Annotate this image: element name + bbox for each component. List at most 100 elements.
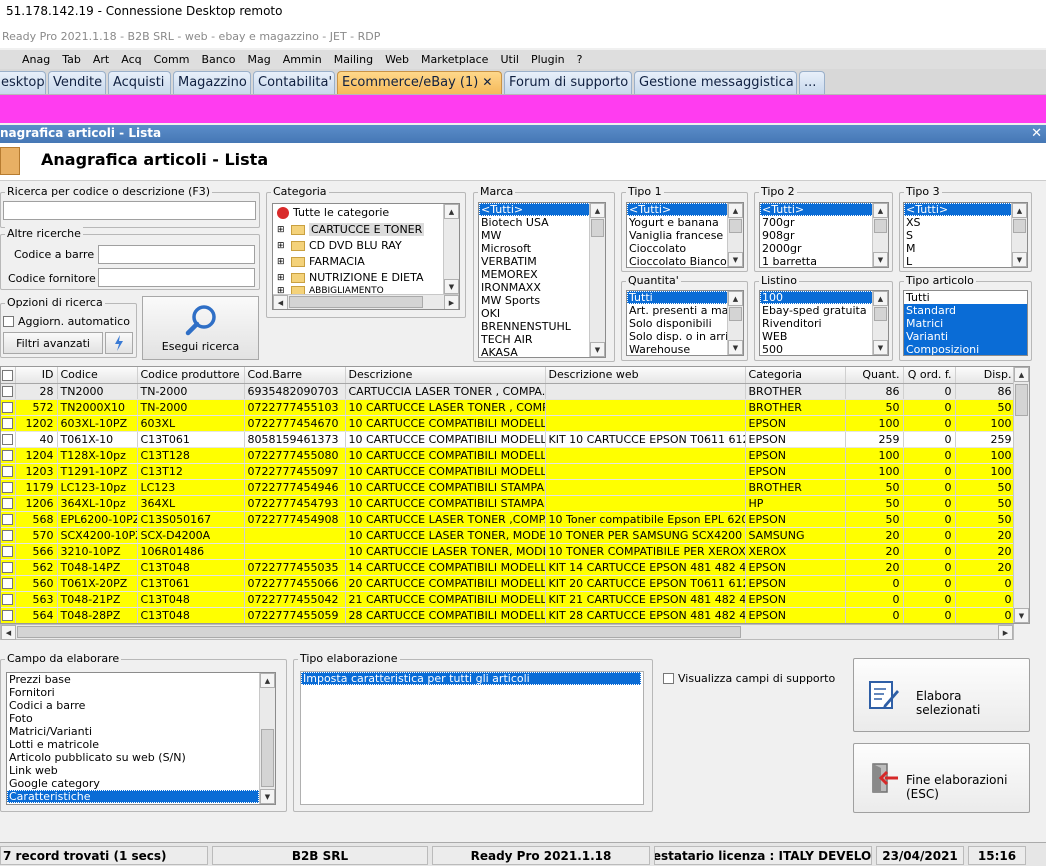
- list-item[interactable]: <Tutti>: [627, 203, 743, 216]
- list-item[interactable]: TECH AIR: [479, 333, 605, 346]
- table-row[interactable]: 563 T048-21PZ C13T048 0722777455042 21 CARTU…: [1, 591, 1016, 608]
- campo-list[interactable]: Prezzi base Fornitori Codici a barre Fot…: [6, 672, 276, 805]
- row-checkbox[interactable]: [1, 575, 16, 592]
- tipo2-vscroll[interactable]: ▲ ▼: [872, 203, 888, 267]
- scroll-up-icon[interactable]: ▲: [444, 204, 459, 219]
- scroll-left-icon[interactable]: ◀: [273, 295, 288, 309]
- tree-item-cartucce[interactable]: ⊞ CARTUCCE E TONER: [277, 222, 425, 237]
- quantita-vscroll[interactable]: ▲ ▼: [727, 291, 743, 355]
- scroll-thumb[interactable]: [17, 626, 741, 638]
- menu-item-web[interactable]: Web: [379, 53, 415, 66]
- list-item[interactable]: 1 barretta: [760, 255, 888, 267]
- menu-item-marketplace[interactable]: Marketplace: [415, 53, 494, 66]
- row-checkbox[interactable]: [1, 511, 16, 528]
- execute-search-button[interactable]: Esegui ricerca: [142, 296, 259, 360]
- list-item[interactable]: Tutti: [904, 291, 1027, 304]
- tipo-articolo-list[interactable]: Tutti Standard Matrici Varianti Composiz…: [903, 290, 1028, 356]
- list-item[interactable]: Foto: [7, 712, 275, 725]
- list-item[interactable]: 2000gr: [760, 242, 888, 255]
- tree-item-cd[interactable]: ⊞ CD DVD BLU RAY: [277, 238, 402, 253]
- list-item[interactable]: Prezzi base: [7, 673, 275, 686]
- tipo1-list[interactable]: <Tutti> Yogurt e banana Vaniglia frances…: [626, 202, 744, 268]
- table-row[interactable]: 1204 T128X-10pz C13T128 0722777455080 10 CAR…: [1, 447, 1016, 464]
- column-header-categoria[interactable]: Categoria: [745, 367, 846, 384]
- list-item[interactable]: Lotti e matricole: [7, 738, 275, 751]
- table-row[interactable]: 562 T048-14PZ C13T048 0722777455035 14 CARTU…: [1, 559, 1016, 576]
- scroll-thumb[interactable]: [1015, 384, 1028, 416]
- scroll-up-icon[interactable]: ▲: [590, 203, 605, 218]
- list-item[interactable]: <Tutti>: [904, 203, 1027, 216]
- advanced-filters-button[interactable]: Filtri avanzati: [3, 332, 103, 354]
- tab-close-icon[interactable]: ✕: [482, 75, 492, 89]
- quantita-list[interactable]: Tutti Art. presenti a magazzino Solo dis…: [626, 290, 744, 356]
- tab-magazzino[interactable]: Magazzino: [173, 71, 251, 94]
- list-item[interactable]: MW: [479, 229, 605, 242]
- menu-item-art[interactable]: Art: [87, 53, 115, 66]
- search-input[interactable]: [3, 201, 256, 220]
- row-checkbox[interactable]: [1, 431, 16, 448]
- scroll-down-icon[interactable]: ▼: [260, 789, 275, 804]
- list-item[interactable]: L: [904, 255, 1027, 267]
- list-item[interactable]: Varianti: [904, 330, 1027, 343]
- table-row[interactable]: 1203 T1291-10PZ C13T12 0722777455097 10 CART…: [1, 463, 1016, 480]
- row-checkbox[interactable]: [1, 495, 16, 512]
- scroll-right-icon[interactable]: ▶: [444, 295, 459, 309]
- scroll-up-icon[interactable]: ▲: [260, 673, 275, 688]
- tab-ecommerce-ebay[interactable]: Ecommerce/eBay (1) ✕: [337, 71, 502, 94]
- list-item[interactable]: Standard: [904, 304, 1027, 317]
- scroll-up-icon[interactable]: ▲: [873, 291, 888, 306]
- grid-vscroll[interactable]: ▲ ▼: [1013, 367, 1029, 623]
- list-item[interactable]: M: [904, 242, 1027, 255]
- row-checkbox[interactable]: [1, 415, 16, 432]
- tab-forum[interactable]: Forum di supporto: [504, 71, 632, 94]
- list-item[interactable]: OKI: [479, 307, 605, 320]
- list-item[interactable]: IRONMAXX: [479, 281, 605, 294]
- scroll-thumb[interactable]: [591, 219, 604, 237]
- scroll-down-icon[interactable]: ▼: [444, 279, 459, 294]
- list-item[interactable]: Biotech USA: [479, 216, 605, 229]
- column-header-quant[interactable]: Quant.: [845, 367, 904, 384]
- barcode-input[interactable]: [98, 245, 255, 264]
- tree-item-farmacia[interactable]: ⊞ FARMACIA: [277, 254, 365, 269]
- scroll-thumb[interactable]: [729, 219, 742, 233]
- list-item[interactable]: Solo disp. o in arrivo: [627, 330, 743, 343]
- column-header-q-ord-f[interactable]: Q ord. f.: [903, 367, 956, 384]
- row-checkbox[interactable]: [1, 527, 16, 544]
- scroll-down-icon[interactable]: ▼: [728, 252, 743, 267]
- scroll-up-icon[interactable]: ▲: [873, 203, 888, 218]
- tab-desktop[interactable]: esktop: [0, 71, 46, 94]
- scroll-thumb[interactable]: [1013, 219, 1026, 233]
- list-item[interactable]: Solo disponibili: [627, 317, 743, 330]
- tab-contabilita[interactable]: Contabilita': [253, 71, 335, 94]
- list-item[interactable]: Microsoft: [479, 242, 605, 255]
- menu-item-mag[interactable]: Mag: [242, 53, 277, 66]
- list-item[interactable]: AKASA: [479, 346, 605, 357]
- tipo3-vscroll[interactable]: ▲ ▼: [1011, 203, 1027, 267]
- scroll-down-icon[interactable]: ▼: [873, 340, 888, 355]
- row-checkbox[interactable]: [1, 607, 16, 623]
- list-item[interactable]: Fornitori: [7, 686, 275, 699]
- tab-messaggistica[interactable]: Gestione messaggistica: [634, 71, 797, 94]
- menu-item-plugin[interactable]: Plugin: [525, 53, 571, 66]
- tipo2-list[interactable]: <Tutti> 700gr 908gr 2000gr 1 barretta ▲ ▼: [759, 202, 889, 268]
- list-item[interactable]: Yogurt e banana: [627, 216, 743, 229]
- scroll-up-icon[interactable]: ▲: [728, 291, 743, 306]
- campo-vscroll[interactable]: ▲ ▼: [259, 673, 275, 804]
- row-checkbox[interactable]: [1, 383, 16, 400]
- scroll-left-icon[interactable]: ◀: [1, 625, 16, 640]
- support-fields-checkbox[interactable]: Visualizza campi di supporto: [663, 672, 835, 685]
- list-item[interactable]: 908gr: [760, 229, 888, 242]
- select-all-checkbox[interactable]: [1, 367, 16, 384]
- menu-item-mailing[interactable]: Mailing: [328, 53, 379, 66]
- list-item[interactable]: Composizioni: [904, 343, 1027, 355]
- table-row[interactable]: 566 3210-10PZ 106R01486 10 CARTUCCIE LASER …: [1, 543, 1016, 560]
- tab-more[interactable]: ...: [799, 71, 825, 94]
- scroll-up-icon[interactable]: ▲: [1014, 367, 1029, 382]
- end-processing-button[interactable]: Fine elaborazioni (ESC): [853, 743, 1030, 813]
- scroll-down-icon[interactable]: ▼: [590, 342, 605, 357]
- table-row[interactable]: 1206 364XL-10pz 364XL 0722777454793 10 CARTU…: [1, 495, 1016, 512]
- column-header-descrizione[interactable]: Descrizione: [345, 367, 546, 384]
- tab-vendite[interactable]: Vendite: [48, 71, 106, 94]
- tab-acquisti[interactable]: Acquisti: [108, 71, 171, 94]
- row-checkbox[interactable]: [1, 591, 16, 608]
